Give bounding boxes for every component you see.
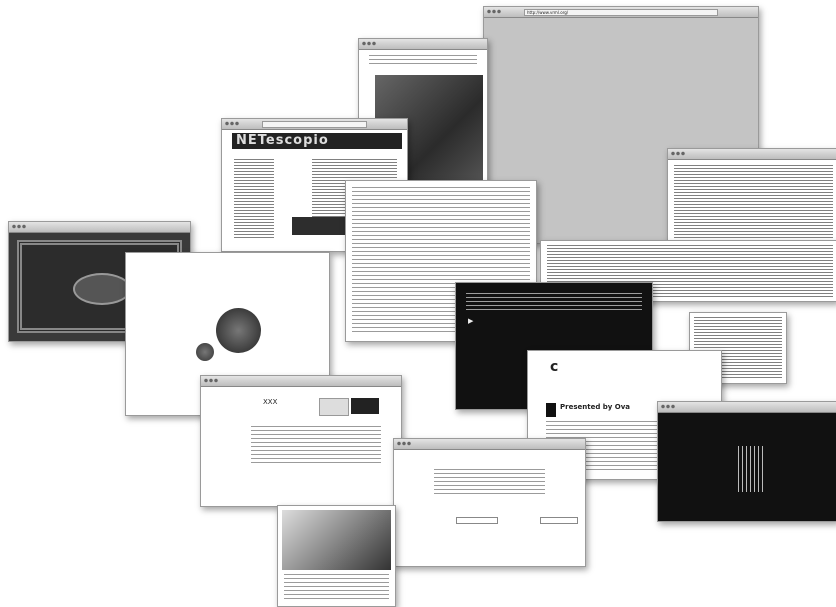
sidebar-text [234,159,274,239]
form-window[interactable] [393,438,586,567]
terminal-prompt: ▶ [468,317,474,325]
window-titlebar [222,119,407,130]
article-heading: Presented by Ova [560,403,631,411]
robot-figure [738,446,764,492]
gallery-thumb [319,398,349,416]
gallery-label: XXX [263,398,278,406]
netescopio-logo: NETescopio [236,133,329,148]
url-text: http://www.vrml.org/ [527,10,569,15]
window-titlebar [359,39,487,50]
window-titlebar [658,402,836,413]
center-emblem [72,272,131,305]
form-field[interactable] [540,517,578,524]
robot-window[interactable] [657,401,836,522]
terminal-text [466,293,642,313]
presentation-window[interactable] [277,505,396,607]
window-titlebar [394,439,585,450]
text-block [369,55,477,67]
gallery-captions [251,426,381,466]
address-bar[interactable]: http://www.vrml.org/ [524,9,718,16]
window-titlebar: http://www.vrml.org/ [484,7,758,18]
window-titlebar [201,376,401,387]
presentation-text [284,574,389,602]
document-text [674,165,833,249]
form-field[interactable] [456,517,498,524]
window-titlebar [9,222,190,233]
netescopio-header: NETescopio [232,133,402,149]
address-bar[interactable] [262,121,367,128]
article-thumbnail [546,403,556,417]
gallery-window[interactable]: XXX [200,375,402,507]
window-titlebar [668,149,836,160]
small-flower-image [196,343,214,361]
site-logo: c [550,359,559,375]
flower-image [216,308,261,353]
form-text [434,469,545,497]
gallery-thumb [351,398,379,414]
presentation-photo [282,510,391,570]
